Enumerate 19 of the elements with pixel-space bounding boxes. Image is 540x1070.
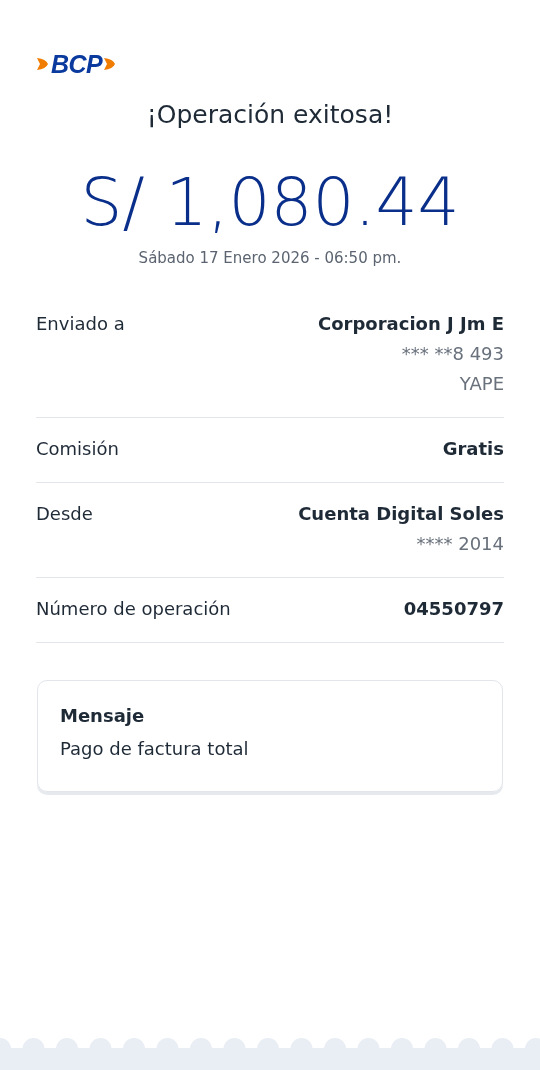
detail-label: Número de operación — [36, 598, 231, 619]
date-time: Sábado 17 Enero 2026 - 06:50 pm. — [137, 249, 403, 267]
chevron-icon — [103, 55, 118, 73]
success-title: ¡Operación exitosa! — [145, 100, 395, 129]
detail-value: Cuenta Digital Soles — [298, 503, 504, 524]
detail-label: Desde — [36, 503, 93, 524]
detail-label: Enviado a — [36, 313, 125, 334]
chevron-icon — [36, 55, 50, 73]
detail-value: Corporacion J Jm E — [318, 313, 504, 334]
detail-value: YAPE — [459, 373, 504, 394]
message-title: Mensaje — [60, 705, 146, 726]
amount: S/ 1,080.44 — [79, 163, 461, 243]
detail-value: Gratis — [442, 438, 504, 459]
detail-value: **** 2014 — [416, 533, 504, 554]
message-text: Pago de factura total — [60, 738, 250, 759]
detail-value: 04550797 — [403, 598, 504, 619]
detail-value: *** **8 493 — [401, 343, 504, 364]
logo-text: BCP — [51, 49, 103, 79]
detail-label: Comisión — [36, 438, 119, 459]
